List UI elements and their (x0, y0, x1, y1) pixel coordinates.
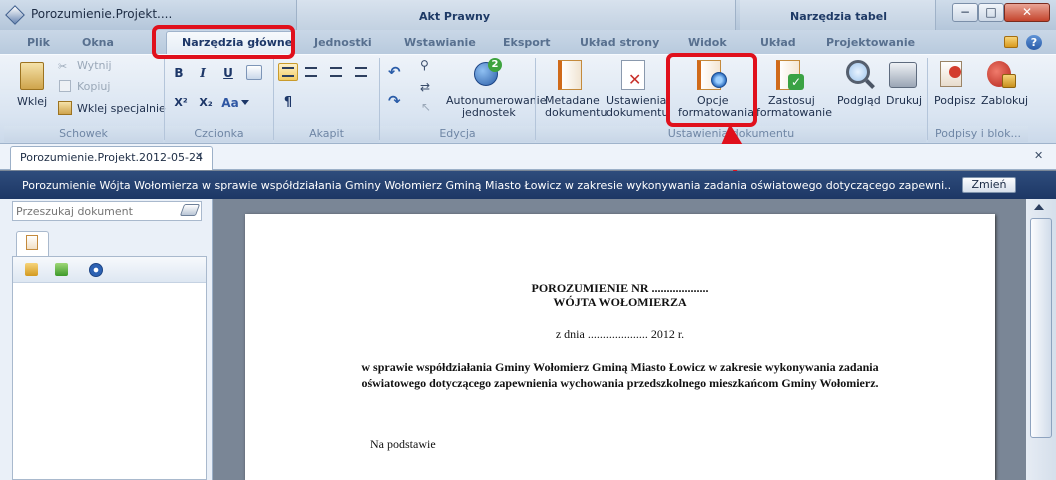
metadata-icon[interactable] (558, 60, 582, 90)
sign-button[interactable]: Podpisz (934, 95, 976, 107)
move-node-icon[interactable] (55, 263, 68, 276)
printer-icon[interactable] (889, 62, 917, 88)
tab-projektowanie[interactable]: Projektowanie (826, 36, 915, 49)
doc-heading-1: POROZUMIENIE NR ................... (531, 281, 709, 295)
tab-wstawianie[interactable]: Wstawianie (404, 36, 476, 49)
maximize-button[interactable]: □ (978, 3, 1004, 22)
print-button[interactable]: Drukuj (886, 95, 922, 107)
outline-icon (26, 235, 38, 250)
paste-button[interactable]: Wklej (17, 96, 47, 108)
redo-icon[interactable]: ↷ (388, 92, 404, 110)
cut-button[interactable]: Wytnij (77, 59, 112, 72)
check-icon: ✓ (788, 74, 804, 90)
context-title-narzedzia-tabel: Narzędzia tabel (790, 10, 888, 23)
tab-plik[interactable]: Plik (27, 36, 50, 49)
group-label-podpisy: Podpisy i blok... (928, 126, 1028, 142)
scroll-up-icon[interactable] (1034, 204, 1044, 210)
find-icon[interactable]: ⚲ (420, 58, 436, 72)
subscript-button[interactable]: X₂ (196, 94, 216, 112)
align-center-icon[interactable] (305, 67, 317, 77)
help-icon[interactable]: ? (1026, 35, 1042, 50)
highlight-box-formatting-options (666, 53, 757, 127)
window-title: Porozumienie.Projekt.... (31, 7, 173, 21)
tab-jednostki[interactable]: Jednostki (314, 36, 372, 49)
doc-body-text: Na podstawie (370, 437, 436, 451)
search-input[interactable] (12, 201, 202, 221)
paste-special-icon (58, 101, 72, 115)
context-group-akt-prawny (296, 0, 736, 30)
lock-button[interactable]: Zablokuj (981, 95, 1028, 107)
undo-icon[interactable]: ↶ (388, 63, 404, 81)
tab-uklad-strony[interactable]: Układ strony (580, 36, 659, 49)
tools-icon: ✕ (628, 70, 642, 89)
change-case-button[interactable]: Aa (219, 94, 241, 112)
document-tab-label[interactable]: Porozumienie.Projekt.2012-05-24 (20, 151, 203, 164)
number-badge-icon: 2 (488, 58, 502, 72)
change-button[interactable]: Zmień (962, 177, 1016, 193)
group-label-czcionka: Czcionka (165, 126, 273, 142)
add-node-icon[interactable] (25, 263, 38, 276)
group-label-akapit: Akapit (274, 126, 379, 142)
minimize-button[interactable]: − (952, 3, 978, 22)
tab-widok[interactable]: Widok (688, 36, 727, 49)
seal-icon (949, 66, 961, 78)
replace-icon[interactable]: ⇄ (420, 80, 434, 94)
context-title-akt-prawny: Akt Prawny (419, 10, 490, 23)
document-title-text: Porozumienie Wójta Wołomierza w sprawie … (22, 179, 952, 192)
outline-panel (12, 256, 207, 480)
paste-special-button[interactable]: Wklej specjalnie (77, 102, 166, 115)
outline-toolbar (13, 257, 206, 283)
metadata-label-2[interactable]: dokumentu (545, 107, 607, 119)
preview-button[interactable]: Podgląd (837, 95, 881, 107)
cut-icon: ✂ (58, 60, 68, 73)
scrollbar-thumb[interactable] (1030, 218, 1052, 438)
italic-button[interactable]: I (193, 64, 213, 82)
document-page[interactable] (245, 214, 995, 480)
chevron-down-icon[interactable] (241, 100, 249, 105)
tab-uklad[interactable]: Układ (760, 36, 796, 49)
refresh-icon[interactable] (89, 263, 103, 277)
autonumbering-label-2[interactable]: jednostek (462, 107, 516, 119)
doc-subject-line-2: oświatowego dotyczącego zapewnienia wych… (361, 376, 879, 390)
doc-date: z dnia .................... 2012 r. (555, 327, 685, 341)
paste-icon[interactable] (20, 62, 44, 90)
group-label-edycja: Edycja (380, 126, 535, 142)
doc-subject-line-1: w sprawie współdziałania Gminy Wołomierz… (361, 360, 879, 374)
spellcheck-icon[interactable] (246, 65, 262, 80)
pilcrow-button[interactable]: ¶ (278, 94, 298, 112)
underline-button[interactable]: U (218, 64, 238, 82)
copy-icon (59, 80, 71, 92)
close-all-icon[interactable]: ✕ (1034, 149, 1043, 162)
close-tab-icon[interactable]: ✕ (195, 151, 203, 162)
select-icon[interactable]: ↖ (421, 100, 431, 114)
align-left-icon (282, 67, 294, 77)
apply-formatting-label-2[interactable]: formatowanie (756, 107, 832, 119)
doc-heading-2: WÓJTA WOŁOMIERZA (553, 295, 687, 309)
tab-okna[interactable]: Okna (82, 36, 114, 49)
align-right-icon[interactable] (330, 67, 342, 77)
document-settings-label-2[interactable]: dokumentu (606, 107, 668, 119)
tab-eksport[interactable]: Eksport (503, 36, 551, 49)
folder-icon[interactable] (1004, 36, 1018, 48)
group-label-schowek: Schowek (4, 126, 163, 142)
highlight-box-tab (152, 25, 295, 59)
justify-icon[interactable] (355, 67, 367, 77)
bold-button[interactable]: B (169, 64, 189, 82)
superscript-button[interactable]: X² (171, 94, 191, 112)
copy-button[interactable]: Kopiuj (77, 80, 110, 93)
close-window-button[interactable]: ✕ (1004, 3, 1050, 22)
padlock-icon (1002, 74, 1016, 88)
